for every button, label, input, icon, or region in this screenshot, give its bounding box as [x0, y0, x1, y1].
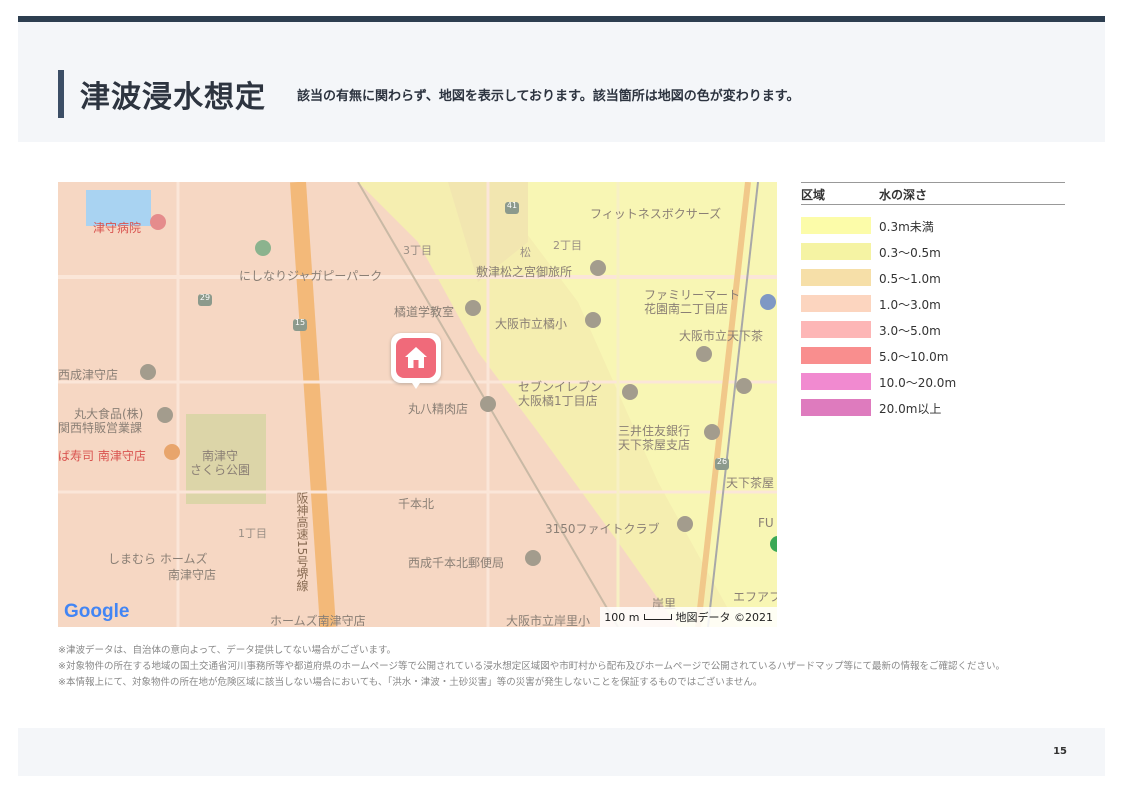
- map-label: 関西特販営業課: [58, 421, 143, 435]
- map-label: 津守病院: [93, 221, 142, 235]
- page-title: 津波浸水想定: [80, 80, 266, 115]
- map-label: さくら公園: [190, 463, 251, 477]
- map-label: 大阪橘1丁目店: [518, 394, 598, 408]
- map-label: 阪神高速15号堺線: [295, 492, 309, 592]
- map-label: 丸八精肉店: [408, 402, 469, 416]
- scale-label: 100 m: [604, 610, 640, 624]
- legend-item: 5.0〜10.0m: [801, 335, 1065, 364]
- map-label: ホームズ南津守店: [270, 614, 366, 627]
- map-label: フィットネスボクサーズ: [590, 207, 722, 221]
- map-label: 花園南二丁目店: [644, 302, 729, 316]
- legend-item: 20.0m以上: [801, 387, 1065, 416]
- legend-item: 0.3m未満: [801, 205, 1065, 234]
- map-label: 南津守店: [168, 568, 217, 582]
- map-attribution: 100 m 地図データ ©2021: [600, 607, 777, 627]
- map-label: FU: [758, 516, 774, 530]
- legend-item: 0.3〜0.5m: [801, 231, 1065, 260]
- map-label: 橘道学教室: [394, 305, 455, 319]
- legend-item: 10.0〜20.0m: [801, 361, 1065, 390]
- map-label: 大阪市立橘小: [495, 317, 568, 331]
- map-label: エフアフ: [733, 590, 777, 604]
- legend-label: 20.0m以上: [879, 402, 942, 416]
- note-line: ※本情報上にて、対象物件の所在地が危険区域に該当しない場合においても、「洪水・津…: [58, 677, 763, 688]
- home-icon: [396, 338, 436, 378]
- route-badge: 29: [199, 293, 211, 302]
- legend-swatch: [801, 399, 871, 416]
- map-label: ば寿司 南津守店: [58, 449, 146, 463]
- map-label: にしなりジャガピーパーク: [239, 269, 383, 283]
- map-label: 大阪市立岸里小: [506, 614, 591, 627]
- page-number: 15: [1053, 746, 1067, 757]
- property-marker[interactable]: [391, 333, 441, 389]
- map-label: 西成津守店: [58, 368, 119, 382]
- note-line: ※津波データは、自治体の意向よって、データ提供してない場合がございます。: [58, 645, 396, 656]
- page-footer: 15: [18, 728, 1105, 776]
- notes: ※津波データは、自治体の意向よって、データ提供してない場合がございます。 ※対象…: [58, 643, 1005, 691]
- map-label: 千本北: [398, 497, 435, 511]
- route-badge: 41: [506, 201, 518, 210]
- legend-rows: 0.3m未満 0.3〜0.5m 0.5〜1.0m 1.0〜3.0m 3.0〜5.0m 5.…: [801, 205, 1065, 416]
- attribution-text: 地図データ ©2021: [675, 611, 774, 624]
- page-subtitle: 該当の有無に関わらず、地図を表示しております。該当箇所は地図の色が変わります。: [297, 89, 800, 104]
- route-badge: 15: [294, 318, 306, 327]
- depth-legend: 区域 水の深さ 0.3m未満 0.3〜0.5m 0.5〜1.0m 1.0〜3.0m 3.…: [801, 182, 1065, 416]
- map-label: 西成千本北郵便局: [408, 556, 505, 570]
- note-line: ※対象物件の所在する地域の国土交通省河川事務所等や都道府県のホームページ等で公開…: [58, 661, 1005, 672]
- map-label: 3丁目: [403, 244, 432, 257]
- map-label: 松: [520, 246, 531, 259]
- legend-item: 1.0〜3.0m: [801, 283, 1065, 312]
- map-label: 1丁目: [238, 527, 267, 540]
- marker-tail: [410, 380, 422, 389]
- legend-col-area: 区域: [801, 188, 826, 202]
- hazard-map[interactable]: 津守病院にしなりジャガピーパーク橘道学教室 敷津松之宮御旅所 フィットネスボクサーズ…: [58, 182, 777, 627]
- legend-item: 0.5〜1.0m: [801, 257, 1065, 286]
- map-label: 天下茶屋: [726, 476, 775, 490]
- legend-item: 3.0〜5.0m: [801, 309, 1065, 338]
- map-label: 3150ファイトクラブ: [545, 522, 660, 536]
- route-badge: 26: [716, 457, 728, 466]
- map-label: 天下茶屋支店: [618, 438, 691, 452]
- legend-header: 区域 水の深さ: [801, 182, 1065, 205]
- map-label: 大阪市立天下茶: [679, 329, 764, 343]
- map-label: 2丁目: [553, 239, 582, 252]
- google-logo: Google: [64, 601, 130, 622]
- map-label: しまむら ホームズ: [108, 552, 208, 566]
- title-accent: [58, 70, 64, 118]
- legend-col-depth: 水の深さ: [879, 188, 928, 202]
- map-label: 敷津松之宮御旅所: [476, 265, 573, 279]
- scale-bar: [643, 614, 672, 620]
